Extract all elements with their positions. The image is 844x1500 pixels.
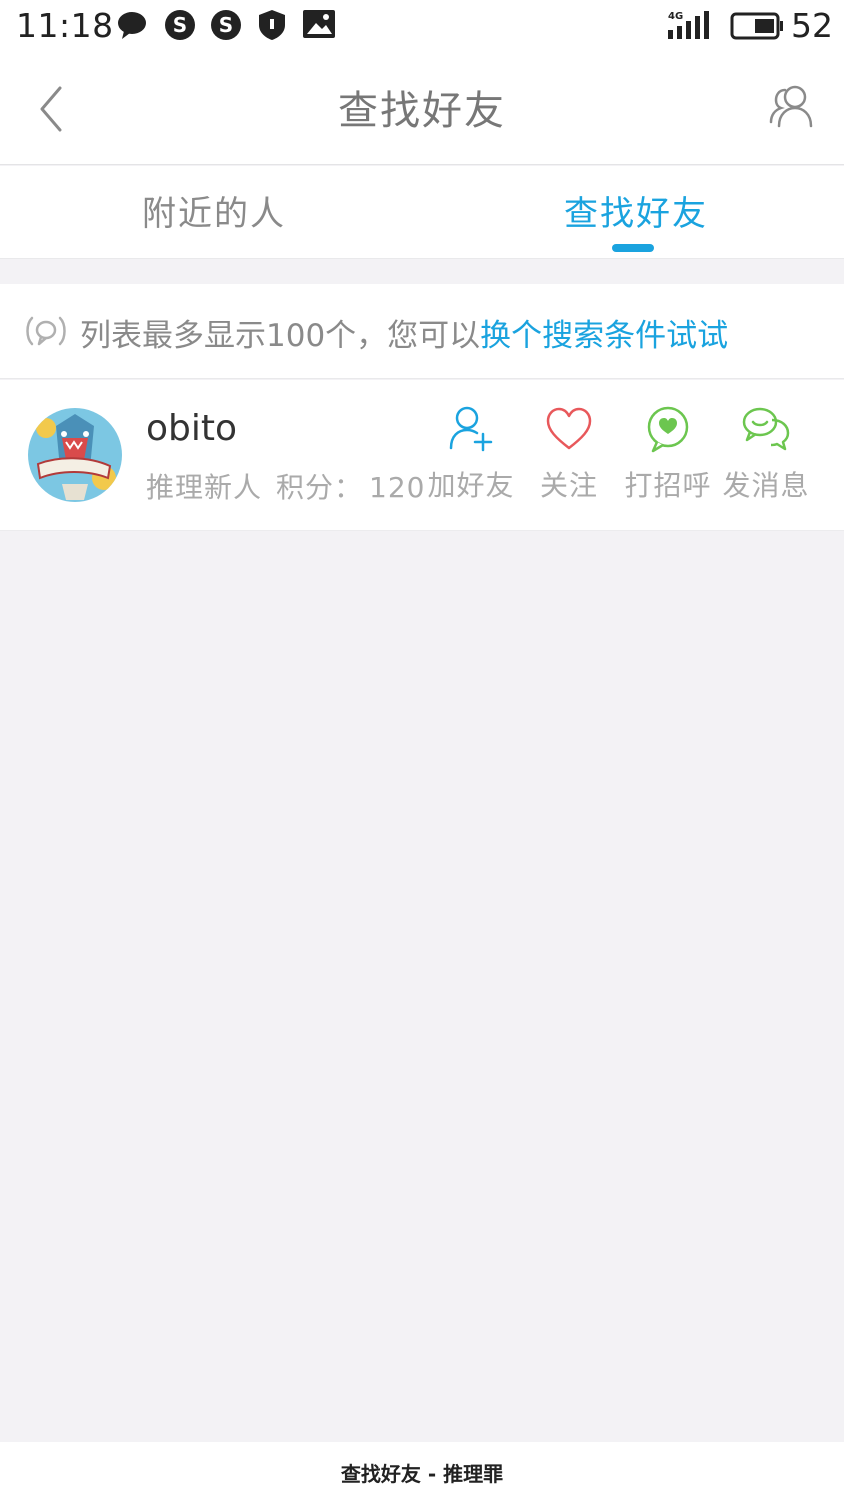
app-s-icon: S bbox=[164, 9, 196, 45]
status-bar: 11:18 S S 4G 52 bbox=[0, 0, 844, 52]
send-message-button[interactable]: 发消息 bbox=[718, 404, 814, 514]
search-limit-notice: 列表最多显示100个，您可以换个搜索条件试试 bbox=[0, 284, 844, 379]
tab-find-friends[interactable]: 查找好友 bbox=[564, 186, 708, 235]
send-message-label: 发消息 bbox=[722, 469, 810, 502]
user-rank: 推理新人 bbox=[146, 471, 263, 504]
follow-label: 关注 bbox=[539, 469, 598, 502]
footer-text: 查找好友 - 推理罪 bbox=[340, 1462, 504, 1486]
score-value: 120 bbox=[369, 471, 426, 504]
contacts-icon bbox=[769, 85, 813, 128]
add-friend-button[interactable]: 加好友 bbox=[423, 404, 519, 514]
image-icon bbox=[302, 9, 336, 43]
signal-icon: 4G bbox=[666, 10, 712, 44]
score-label: 积分： bbox=[276, 471, 364, 504]
change-search-link[interactable]: 换个搜索条件试试 bbox=[480, 318, 728, 354]
battery-level: 52 bbox=[791, 6, 833, 45]
greet-button[interactable]: 打招呼 bbox=[620, 404, 716, 514]
app-s-icon: S bbox=[210, 9, 242, 45]
add-friend-label: 加好友 bbox=[427, 469, 515, 502]
svg-text:S: S bbox=[219, 13, 233, 37]
notice-text: 列表最多显示100个，您可以换个搜索条件试试 bbox=[80, 310, 728, 355]
greet-label: 打招呼 bbox=[624, 469, 712, 502]
shield-icon bbox=[258, 9, 286, 45]
contacts-button[interactable] bbox=[765, 82, 821, 134]
message-bubbles-icon bbox=[742, 407, 790, 451]
follow-button[interactable]: 关注 bbox=[521, 404, 617, 514]
notice-message: 列表最多显示100个，您可以 bbox=[80, 318, 481, 354]
greet-bubble-icon bbox=[647, 406, 689, 453]
broadcast-icon bbox=[24, 314, 68, 352]
heart-icon bbox=[546, 407, 592, 450]
add-user-icon bbox=[449, 406, 493, 452]
active-tab-indicator bbox=[612, 244, 654, 252]
page-title: 查找好友 bbox=[338, 88, 506, 134]
user-list-item[interactable]: obito 推理新人 积分： 120 加好友 关注 打招呼 发消息 bbox=[0, 380, 844, 531]
tab-bar: 附近的人 查找好友 bbox=[0, 166, 844, 259]
user-meta: 推理新人 积分： 120 bbox=[146, 466, 425, 506]
chat-bubble-icon bbox=[116, 9, 148, 45]
avatar[interactable] bbox=[28, 408, 122, 502]
app-header: 查找好友 bbox=[0, 52, 844, 165]
svg-text:4G: 4G bbox=[668, 11, 683, 22]
battery-icon bbox=[730, 12, 784, 44]
tab-nearby-people[interactable]: 附近的人 bbox=[142, 186, 286, 235]
svg-text:S: S bbox=[173, 13, 187, 37]
user-name[interactable]: obito bbox=[146, 408, 237, 449]
status-time: 11:18 bbox=[16, 6, 114, 45]
footer-caption: 查找好友 - 推理罪 bbox=[0, 1442, 844, 1500]
